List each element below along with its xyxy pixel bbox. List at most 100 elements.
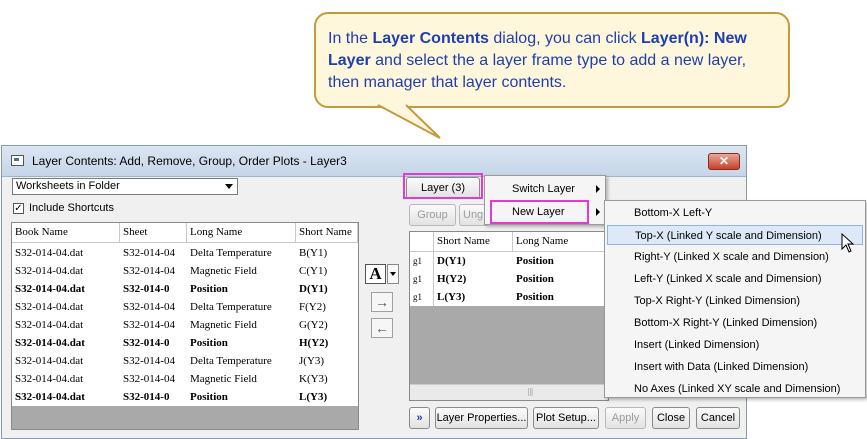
- table-row[interactable]: S32-014-04.dat S32-014-0 Position L(Y3): [12, 388, 358, 406]
- submenu-item-4[interactable]: Top-X Right-Y (Linked Dimension): [607, 291, 863, 311]
- cell-g: g1: [410, 270, 434, 288]
- menu-item-label: Switch Layer: [512, 183, 575, 195]
- cell-long: Delta Temperature: [190, 355, 272, 367]
- cell-book: S32-014-04.dat: [15, 337, 85, 349]
- table-row[interactable]: S32-014-04.dat S32-014-04 Magnetic Field G(…: [12, 316, 358, 334]
- cell-book: S32-014-04.dat: [15, 355, 84, 367]
- submenu-item-8[interactable]: No Axes (Linked XY scale and Dimension): [607, 379, 863, 399]
- chevron-down-icon: [225, 184, 233, 189]
- auto-name-button[interactable]: A: [365, 264, 386, 284]
- cell-short: F(Y2): [299, 301, 326, 313]
- worksheet-columns-table: Book Name Sheet Long Name Short Name S32…: [11, 222, 359, 430]
- cell-long: Position: [516, 273, 554, 285]
- scrollbar-thumb[interactable]: |||: [528, 388, 542, 396]
- close-button[interactable]: Close: [652, 407, 690, 429]
- submenu-arrow-icon: [596, 208, 600, 216]
- layer-button-highlight: [403, 173, 483, 199]
- cell-short: D(Y1): [437, 255, 466, 267]
- callout-bold-1: Layer Contents: [372, 30, 489, 47]
- window-icon: [11, 155, 24, 166]
- cell-book: S32-014-04.dat: [15, 283, 85, 295]
- table-row[interactable]: g1 D(Y1) Position: [410, 252, 608, 270]
- cell-short: B(Y1): [299, 247, 328, 259]
- callout-text-2: dialog, you can click: [488, 30, 642, 47]
- cell-book: S32-014-04.dat: [15, 319, 84, 331]
- cell-short: H(Y2): [299, 337, 329, 349]
- layer-properties-button[interactable]: Layer Properties...: [435, 407, 528, 429]
- cell-book: S32-014-04.dat: [15, 247, 84, 259]
- submenu-item-7[interactable]: Insert with Data (Linked Dimension): [607, 357, 863, 377]
- submenu-item-1[interactable]: Top-X (Linked Y scale and Dimension): [607, 225, 863, 245]
- cell-long: Position: [516, 255, 554, 267]
- cell-short: L(Y3): [437, 291, 466, 303]
- cell-short: G(Y2): [299, 319, 328, 331]
- chevron-down-icon[interactable]: [387, 264, 399, 284]
- source-select-value: Worksheets in Folder: [16, 180, 120, 192]
- cell-sheet: S32-014-0: [123, 391, 170, 403]
- source-select[interactable]: Worksheets in Folder: [12, 178, 238, 195]
- cell-short: D(Y1): [299, 283, 328, 295]
- submenu-item-0[interactable]: Bottom-X Left-Y: [607, 203, 863, 223]
- plot-setup-button[interactable]: Plot Setup...: [533, 407, 599, 429]
- cell-short: K(Y3): [299, 373, 328, 385]
- layer-plots-table: Short Name Long Name g1 D(Y1) Position g1 H(…: [409, 231, 609, 401]
- include-shortcuts-checkbox[interactable]: ✓: [13, 203, 24, 214]
- group-button[interactable]: Group: [409, 204, 456, 226]
- callout-tail: [377, 104, 441, 139]
- col-header-sheet[interactable]: Sheet: [120, 223, 187, 243]
- new-layer-submenu: Bottom-X Left-Y Top-X (Linked Y scale and…: [604, 200, 866, 398]
- submenu-item-3[interactable]: Left-Y (Linked X scale and Dimension): [607, 269, 863, 289]
- table-empty-area: [410, 306, 608, 384]
- table-row[interactable]: S32-014-04.dat S32-014-0 Position H(Y2): [12, 334, 358, 352]
- cell-book: S32-014-04.dat: [15, 391, 85, 403]
- close-window-button[interactable]: ✕: [708, 153, 740, 170]
- cell-long: Magnetic Field: [190, 265, 257, 277]
- cell-short: H(Y2): [437, 273, 467, 285]
- cell-g: g1: [410, 252, 434, 270]
- remove-arrow-button[interactable]: ←: [371, 318, 393, 338]
- cell-sheet: S32-014-04: [123, 301, 175, 313]
- horizontal-scrollbar[interactable]: |||: [410, 384, 608, 400]
- dialog-title: Layer Contents: Add, Remove, Group, Orde…: [32, 154, 347, 168]
- cell-long: Delta Temperature: [190, 247, 272, 259]
- cell-sheet: S32-014-04: [123, 265, 175, 277]
- cell-book: S32-014-04.dat: [15, 301, 84, 313]
- expand-button[interactable]: »: [409, 407, 430, 429]
- table-row[interactable]: S32-014-04.dat S32-014-04 Magnetic Field K(…: [12, 370, 358, 388]
- callout-text: In the Layer Contents dialog, you can cl…: [328, 28, 776, 94]
- menu-item-switch-layer[interactable]: Switch Layer: [503, 179, 603, 199]
- col-header-long-name[interactable]: Long Name: [513, 232, 608, 252]
- submenu-item-2[interactable]: Right-Y (Linked X scale and Dimension): [607, 247, 863, 267]
- cell-long: Position: [190, 391, 228, 403]
- col-header-book[interactable]: Book Name: [12, 223, 120, 243]
- col-header-short-name[interactable]: Short Name: [434, 232, 513, 252]
- cancel-button[interactable]: Cancel: [696, 407, 740, 429]
- table-row[interactable]: S32-014-04.dat S32-014-04 Delta Temperatur…: [12, 298, 358, 316]
- cell-short: J(Y3): [299, 355, 325, 367]
- cell-sheet: S32-014-04: [123, 319, 175, 331]
- submenu-item-6[interactable]: Insert (Linked Dimension): [607, 335, 863, 355]
- callout-text-3: and select the a layer frame type to add…: [328, 52, 747, 91]
- table-row[interactable]: S32-014-04.dat S32-014-04 Delta Temperatur…: [12, 244, 358, 262]
- new-layer-highlight: [490, 200, 589, 224]
- callout-text-1: In the: [328, 30, 373, 47]
- table-row[interactable]: S32-014-04.dat S32-014-04 Delta Temperatur…: [12, 352, 358, 370]
- title-bar[interactable]: Layer Contents: Add, Remove, Group, Orde…: [2, 146, 746, 177]
- submenu-item-5[interactable]: Bottom-X Right-Y (Linked Dimension): [607, 313, 863, 333]
- mouse-cursor-icon: [841, 233, 855, 253]
- cell-sheet: S32-014-0: [123, 283, 170, 295]
- cell-long: Delta Temperature: [190, 301, 272, 313]
- col-header-long-name[interactable]: Long Name: [187, 223, 296, 243]
- table-row[interactable]: S32-014-04.dat S32-014-04 Magnetic Field C(…: [12, 262, 358, 280]
- col-header-group[interactable]: [410, 232, 434, 252]
- add-arrow-button[interactable]: →: [371, 292, 393, 312]
- table-row[interactable]: g1 H(Y2) Position: [410, 270, 608, 288]
- cell-sheet: S32-014-04: [123, 355, 175, 367]
- apply-button[interactable]: Apply: [605, 407, 646, 429]
- submenu-arrow-icon: [596, 185, 600, 193]
- col-header-short-name[interactable]: Short Name: [296, 223, 358, 243]
- table-row[interactable]: S32-014-04.dat S32-014-0 Position D(Y1): [12, 280, 358, 298]
- cell-sheet: S32-014-0: [123, 337, 170, 349]
- table-row[interactable]: g1 L(Y3) Position: [410, 288, 608, 306]
- table-empty-area: [12, 406, 358, 429]
